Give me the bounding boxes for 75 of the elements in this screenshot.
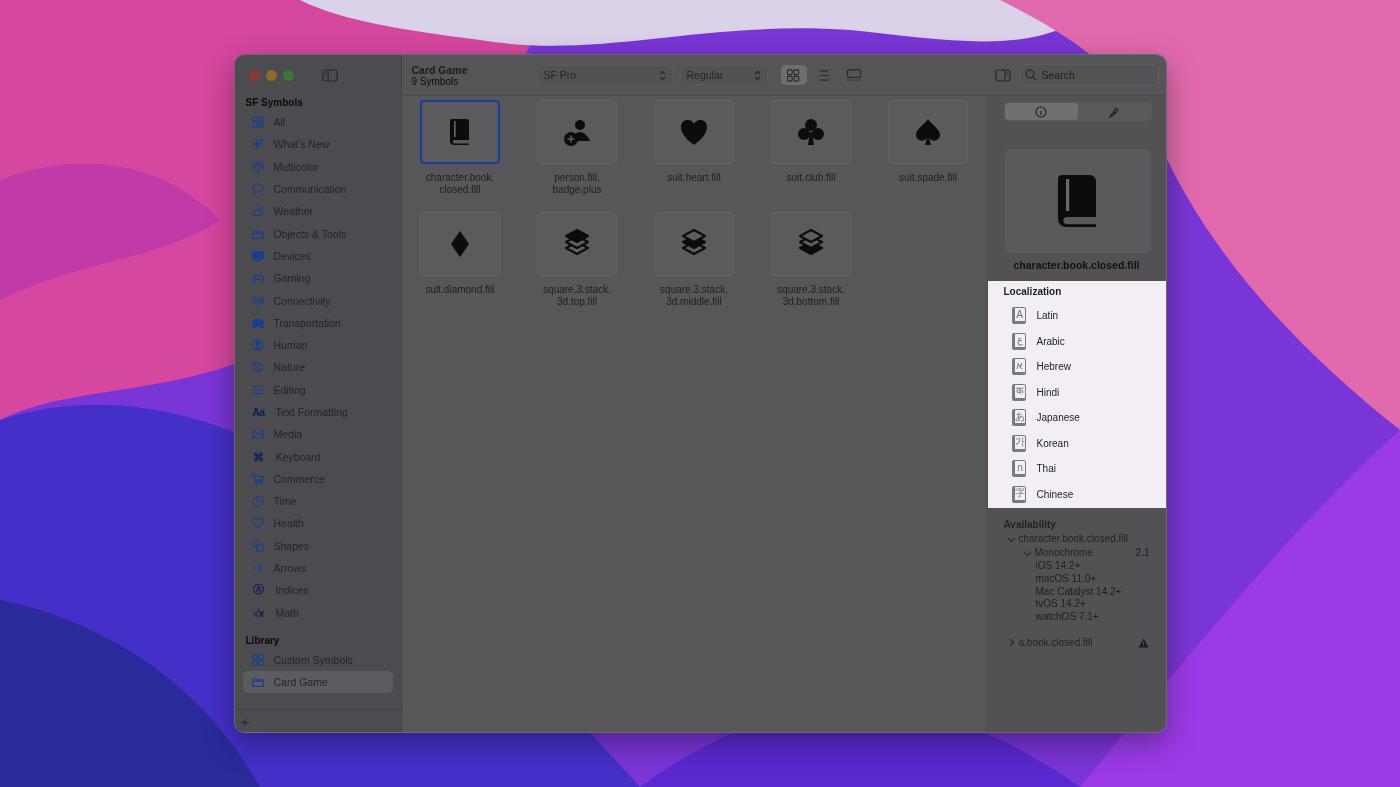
script-book-icon: 가	[1011, 434, 1026, 452]
symbol-tile[interactable]	[537, 100, 617, 164]
info-tab[interactable]	[1004, 103, 1078, 120]
club-icon	[795, 116, 827, 148]
script-label: Thai	[1036, 463, 1056, 475]
script-label: Korean	[1036, 437, 1069, 449]
brush-icon	[1108, 105, 1120, 118]
symbol-title: character.book.closed.fill	[1012, 259, 1141, 271]
symbol-tile[interactable]	[771, 212, 851, 276]
monitor-icon	[250, 248, 265, 263]
symbol-name: square.3.stack. 3d.bottom.fill	[777, 284, 845, 308]
symbol-glyph: Aa	[251, 406, 266, 418]
script-book-icon: ع	[1011, 332, 1026, 350]
script-book-icon: क	[1011, 383, 1026, 401]
script-book-icon: 字	[1011, 485, 1026, 503]
sliders-icon	[250, 382, 265, 397]
symbol-glyph: ⌘	[252, 450, 265, 463]
symbol-tile[interactable]	[654, 100, 734, 164]
script-book-icon: あ	[1011, 409, 1026, 427]
close-button[interactable]	[248, 69, 260, 81]
script-book-icon: A	[1011, 307, 1026, 325]
script-label: Chinese	[1036, 488, 1074, 500]
script-label: Hindi	[1036, 386, 1060, 398]
shapes-icon	[250, 538, 265, 553]
symbol-glyph: √x	[252, 606, 265, 619]
symbol-tile[interactable]	[420, 100, 500, 164]
script-label: Japanese	[1036, 412, 1080, 424]
symbol-count: 9 Symbols	[411, 75, 460, 87]
window-title: Card Game	[411, 63, 469, 76]
symbol-name: suit.club.fill	[786, 172, 836, 184]
grid-icon	[250, 652, 265, 667]
speech-bubble-icon	[250, 182, 265, 197]
sidebar-toggle-icon[interactable]	[321, 68, 338, 82]
symbol-glyph: Ⓐ	[252, 583, 265, 598]
symbol-name: suit.diamond.fill	[425, 284, 495, 296]
grid-icon	[250, 115, 265, 130]
symbol-name: suit.heart.fill	[667, 172, 721, 184]
symbol-tile[interactable]	[888, 100, 968, 164]
symbol-tile[interactable]	[654, 212, 734, 276]
inspector-toggle-icon[interactable]	[994, 68, 1011, 82]
symbol-name: square.3.stack. 3d.middle.fill	[660, 284, 728, 308]
script-label: Hebrew	[1036, 361, 1071, 373]
info-icon	[1035, 105, 1047, 118]
grid-view-icon	[785, 68, 802, 82]
grid-view-button[interactable]	[780, 65, 807, 85]
section-heading: Localization	[1003, 286, 1063, 299]
folder-icon	[250, 675, 265, 690]
up-down-chevron-icon	[753, 69, 761, 81]
section-heading: SF Symbols	[244, 96, 304, 110]
gallery-view-icon	[845, 68, 862, 82]
symbol-name: square.3.stack. 3d.top.fill	[543, 284, 611, 308]
minimize-button[interactable]	[265, 69, 277, 81]
antenna-icon	[250, 293, 265, 308]
cart-icon	[250, 471, 265, 486]
symbol-tile[interactable]	[537, 212, 617, 276]
script-label: Latin	[1036, 310, 1059, 322]
sparkle-icon	[250, 137, 265, 152]
up-down-chevron-icon	[658, 69, 666, 81]
timer-icon	[250, 494, 265, 509]
play-pause-icon	[250, 427, 265, 442]
script-book-icon: ก	[1011, 460, 1026, 478]
symbol-tile[interactable]	[771, 100, 851, 164]
section-heading: Library	[244, 633, 281, 648]
search-icon	[1024, 69, 1037, 81]
script-book-icon: א	[1011, 358, 1026, 376]
cloud-sun-icon	[250, 204, 265, 219]
person-icon	[250, 338, 265, 353]
symbol-tile[interactable]	[420, 212, 500, 276]
script-label: Arabic	[1036, 335, 1065, 347]
version-label: 2.1	[1135, 546, 1150, 560]
zoom-button[interactable]	[282, 69, 294, 81]
sidebar-item[interactable]: Card Game	[242, 671, 393, 694]
add-button[interactable]: +	[240, 713, 250, 729]
palette-icon	[250, 159, 265, 174]
heart-icon	[250, 516, 265, 531]
